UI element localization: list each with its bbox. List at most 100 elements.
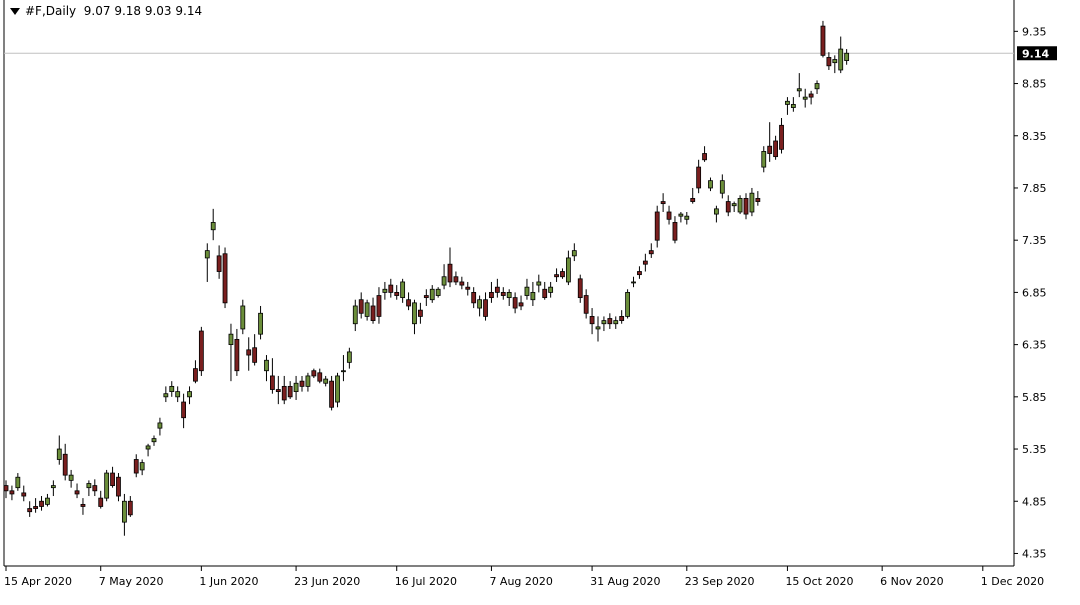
candle	[264, 355, 269, 382]
candle-body	[737, 198, 743, 213]
candle-body	[133, 459, 139, 474]
candle	[714, 205, 719, 223]
candle	[329, 375, 335, 411]
candle	[471, 287, 477, 309]
candle-body	[412, 302, 417, 325]
candle-body	[169, 385, 175, 393]
candle	[542, 281, 548, 300]
candle	[50, 480, 56, 497]
candle	[838, 36, 844, 74]
candle-body	[376, 295, 382, 317]
candle	[601, 316, 607, 332]
candle	[3, 480, 9, 499]
candle-body	[204, 250, 210, 259]
candle-body	[666, 211, 672, 220]
candles-layer	[3, 20, 850, 536]
x-tick-label: 7 May 2020	[99, 575, 164, 588]
candle-body	[719, 180, 725, 194]
candle-body	[429, 288, 435, 301]
candle-body	[198, 330, 204, 372]
candle-body	[844, 52, 850, 61]
candle	[33, 498, 38, 513]
candle-body	[222, 253, 228, 304]
candle-body	[506, 291, 512, 299]
candle-body	[477, 299, 483, 309]
candle-body	[21, 492, 27, 497]
candle	[92, 479, 98, 497]
candle-body	[530, 291, 536, 301]
candle	[388, 278, 394, 298]
candle	[719, 174, 725, 199]
candle	[500, 287, 506, 300]
candle-body	[157, 422, 163, 429]
candle	[536, 274, 542, 293]
candle-body	[518, 302, 524, 307]
candle	[506, 289, 512, 306]
candle-body	[494, 286, 500, 293]
candle-body	[654, 211, 660, 241]
candle	[417, 302, 423, 324]
y-tick-label: 8.85	[1022, 78, 1047, 91]
candle	[749, 187, 755, 217]
x-tick-label: 23 Jun 2020	[294, 575, 360, 588]
x-tick-label: 1 Jun 2020	[199, 575, 258, 588]
candle-body	[299, 380, 305, 387]
candle-body	[779, 124, 784, 150]
candle	[412, 299, 417, 335]
candle	[648, 243, 654, 258]
candle-body	[773, 140, 778, 158]
candle-body	[607, 318, 613, 325]
candle-body	[127, 500, 133, 516]
candle	[400, 278, 406, 303]
candle-body	[536, 281, 542, 286]
candlestick-chart: 4.35 4.85 5.35 5.85 6.35 6.85 7.35 7.85 8.35 8.85…	[3, 0, 1057, 588]
candle	[583, 289, 589, 319]
candle-body	[45, 497, 50, 505]
candle	[222, 247, 228, 309]
x-tick-label: 15 Oct 2020	[785, 575, 853, 588]
candle	[68, 469, 74, 488]
candle	[311, 368, 317, 379]
x-tick-label: 23 Sep 2020	[685, 575, 755, 588]
candle-body	[50, 485, 56, 489]
candle	[802, 88, 808, 108]
y-tick-label: 4.85	[1022, 495, 1047, 508]
candle-body	[9, 490, 15, 495]
candle	[246, 337, 252, 371]
candle	[654, 205, 660, 248]
candle-body	[743, 198, 749, 215]
candle-body	[252, 347, 258, 363]
candle	[163, 386, 169, 403]
x-tick-label: 16 Jul 2020	[395, 575, 457, 588]
candle	[571, 243, 577, 262]
candle-body	[281, 385, 287, 401]
candle	[157, 417, 163, 436]
candle-body	[796, 88, 802, 92]
candle	[773, 135, 778, 160]
candle-body	[589, 316, 595, 325]
candle-body	[370, 305, 376, 321]
candle-body	[27, 508, 33, 513]
candle-body	[56, 448, 62, 460]
candle-body	[258, 312, 263, 335]
candle-body	[358, 299, 364, 314]
candle	[447, 247, 453, 288]
candle	[364, 299, 370, 321]
candle-body	[246, 349, 252, 356]
candle-body	[234, 338, 240, 372]
candle-body	[364, 302, 370, 317]
candle-body	[483, 299, 488, 317]
y-tick-label: 6.85	[1022, 286, 1047, 299]
candle	[577, 274, 583, 303]
y-tick-label: 5.85	[1022, 391, 1047, 404]
candle-body	[352, 305, 358, 325]
candle-body	[820, 25, 826, 56]
candle-body	[832, 59, 838, 64]
candle-body	[838, 48, 844, 71]
candle-body	[613, 320, 619, 325]
candle	[684, 211, 690, 225]
candle	[382, 281, 388, 300]
candle-body	[465, 286, 471, 290]
candle	[193, 360, 198, 384]
candle	[530, 281, 536, 306]
